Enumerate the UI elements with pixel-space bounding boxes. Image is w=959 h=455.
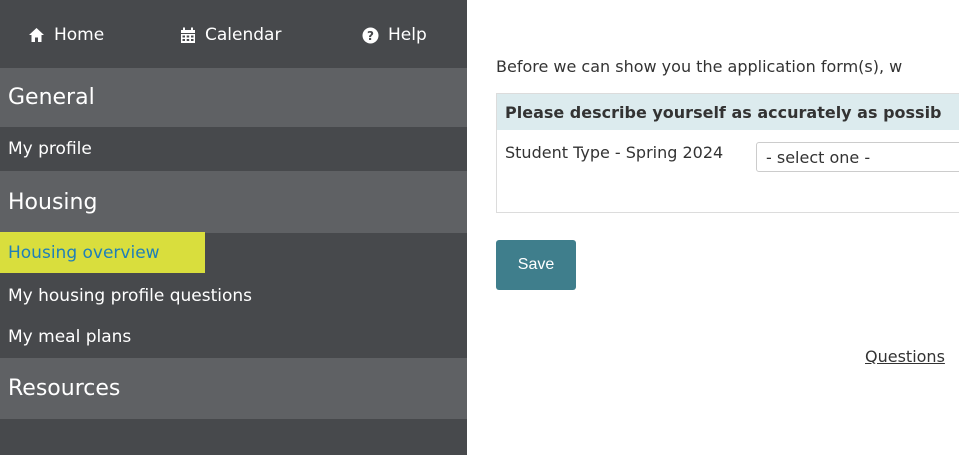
sidebar-item-housing-profile-questions[interactable]: My housing profile questions	[0, 276, 467, 316]
section-header-general: General	[0, 68, 467, 127]
help-icon: ?	[362, 27, 379, 43]
section-header-housing: Housing	[0, 171, 467, 233]
student-type-label: Student Type - Spring 2024	[505, 143, 724, 162]
nav-calendar[interactable]: Calendar	[180, 10, 281, 60]
calendar-icon	[181, 27, 195, 43]
nav-help-label: Help	[388, 25, 427, 45]
student-type-select[interactable]: - select one -	[756, 142, 959, 172]
nav-help[interactable]: ? Help	[362, 10, 427, 60]
main-content: Before we can show you the application f…	[467, 0, 959, 455]
nav-home[interactable]: Home	[28, 10, 104, 60]
nav-home-label: Home	[54, 25, 105, 45]
nav-calendar-label: Calendar	[205, 25, 282, 45]
section-header-resources: Resources	[0, 358, 467, 419]
sidebar-item-meal-plans[interactable]: My meal plans	[0, 316, 467, 358]
table-header: Please describe yourself as accurately a…	[497, 94, 959, 130]
sidebar: Home Calendar ? Help General My profile …	[0, 0, 467, 455]
home-icon	[29, 28, 44, 42]
sidebar-item-my-profile[interactable]: My profile	[0, 127, 467, 171]
svg-text:?: ?	[367, 29, 374, 43]
question-table: Please describe yourself as accurately a…	[496, 93, 959, 213]
save-button[interactable]: Save	[496, 240, 576, 290]
intro-text: Before we can show you the application f…	[496, 57, 903, 76]
table-row: Student Type - Spring 2024 - select one …	[497, 130, 959, 212]
top-nav: Home Calendar ? Help	[0, 10, 467, 60]
sidebar-item-housing-overview[interactable]: Housing overview	[8, 232, 160, 273]
questions-link[interactable]: Questions	[865, 347, 945, 366]
